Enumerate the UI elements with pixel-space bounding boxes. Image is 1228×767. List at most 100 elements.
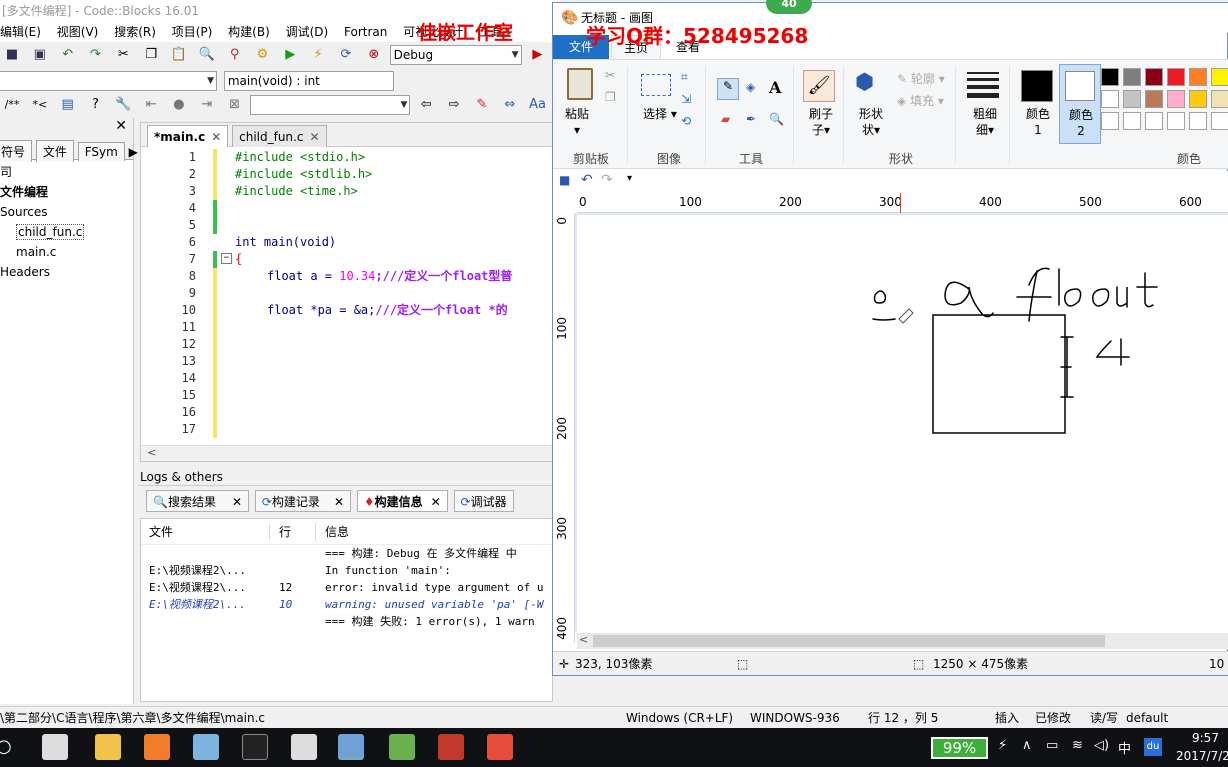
- scope-select[interactable]: ▼: [0, 71, 217, 91]
- close-icon[interactable]: ✕: [334, 495, 344, 509]
- color-swatch[interactable]: [1101, 112, 1119, 130]
- menu-edit[interactable]: 编辑(E): [0, 25, 41, 39]
- tab-build-messages[interactable]: ♦构建信息 ✕: [356, 490, 448, 512]
- color1-label[interactable]: 颜色 1: [1023, 106, 1053, 138]
- color-picker-icon[interactable]: ✒: [746, 112, 756, 126]
- replace-icon[interactable]: ⚲: [225, 45, 245, 65]
- tab-debugger[interactable]: ⟳调试器: [453, 490, 514, 512]
- tab-files[interactable]: 文件: [35, 140, 74, 162]
- find-icon[interactable]: 🔍: [197, 45, 217, 65]
- color-swatch[interactable]: [1189, 112, 1207, 130]
- baidu-icon[interactable]: du: [1144, 738, 1162, 756]
- table-row[interactable]: === 构建 失败: 1 error(s), 1 warn: [141, 613, 552, 630]
- function-select[interactable]: main(void) : int: [223, 71, 394, 91]
- tree-item-main[interactable]: main.c: [0, 242, 133, 262]
- shapes-button[interactable]: 形状 状▾: [859, 106, 883, 138]
- prev-icon[interactable]: ⇦: [416, 95, 436, 115]
- wps-presentation-icon[interactable]: [144, 734, 170, 760]
- recorder-icon[interactable]: [487, 734, 513, 760]
- tab-main-c[interactable]: *main.c ✕: [147, 125, 229, 147]
- next-icon[interactable]: ⇨: [444, 95, 464, 115]
- table-row[interactable]: E:\视频课程2\... In function 'main':: [141, 562, 552, 579]
- back-icon[interactable]: ⇤: [141, 95, 161, 115]
- paint-taskbar-icon[interactable]: [338, 734, 364, 760]
- rebuild-icon[interactable]: ⟳: [336, 45, 356, 65]
- tree-item-project[interactable]: 文件编程: [0, 182, 133, 202]
- close-icon[interactable]: ✕: [309, 130, 319, 144]
- selected-text-icon[interactable]: ⇔: [500, 95, 520, 115]
- color-swatch[interactable]: [1167, 90, 1185, 108]
- search-combo[interactable]: ▼: [250, 95, 411, 115]
- copy-icon[interactable]: ❐: [605, 90, 616, 104]
- save-icon[interactable]: ■: [2, 45, 22, 65]
- brush-icon[interactable]: 🖌: [803, 70, 835, 102]
- scrollbar-thumb[interactable]: [593, 635, 1105, 647]
- color-swatch[interactable]: [1189, 90, 1207, 108]
- color-swatch[interactable]: [1145, 90, 1163, 108]
- color-swatch[interactable]: [1211, 90, 1228, 108]
- codeblocks-taskbar-icon[interactable]: [438, 734, 464, 760]
- menu-fortran[interactable]: Fortran: [344, 25, 387, 39]
- search-icon[interactable]: ○: [0, 736, 12, 757]
- build-icon[interactable]: ⚙: [252, 45, 272, 65]
- table-row[interactable]: === 构建: Debug 在 多文件编程 中: [141, 545, 552, 562]
- text-icon[interactable]: A: [769, 78, 781, 97]
- column-header-line[interactable]: 行: [279, 519, 291, 545]
- menu-build[interactable]: 构建(B): [228, 25, 270, 39]
- tab-search-results[interactable]: 🔍搜索结果 ✕: [146, 490, 250, 512]
- paste-icon[interactable]: 📋: [169, 45, 189, 65]
- menu-view[interactable]: 视图(V): [57, 25, 99, 39]
- chevron-left-icon[interactable]: <: [579, 633, 588, 646]
- size-button[interactable]: 粗细 细▾: [973, 106, 997, 138]
- tab-build-log[interactable]: ⟳构建记录 ✕: [254, 490, 351, 512]
- help-icon[interactable]: ?: [85, 95, 105, 115]
- wrench-icon[interactable]: 🔧: [113, 95, 133, 115]
- canvas-horizontal-scrollbar[interactable]: <: [577, 633, 1228, 649]
- close-icon[interactable]: ✕: [211, 130, 221, 144]
- color2-button[interactable]: 颜色 2: [1059, 64, 1101, 144]
- color-swatch[interactable]: [1123, 112, 1141, 130]
- notebook-icon[interactable]: [193, 734, 219, 760]
- editor-horizontal-scrollbar[interactable]: <: [141, 445, 552, 461]
- tree-item-headers[interactable]: Headers: [0, 262, 133, 282]
- ime-indicator[interactable]: 中: [1118, 738, 1131, 757]
- shapes-icon[interactable]: ⬢: [855, 70, 885, 102]
- color-swatch[interactable]: [1123, 68, 1141, 86]
- forward-icon[interactable]: ⇥: [197, 95, 217, 115]
- menu-project[interactable]: 项目(P): [172, 25, 213, 39]
- column-header-file[interactable]: 文件: [149, 519, 173, 545]
- size-icon[interactable]: [967, 72, 999, 98]
- document-icon[interactable]: [389, 734, 415, 760]
- tree-item-sources[interactable]: Sources: [0, 202, 133, 222]
- fold-icon[interactable]: −: [221, 253, 232, 264]
- paste-button[interactable]: 粘贴 ▾: [565, 106, 589, 138]
- save-icon[interactable]: ■: [559, 173, 570, 187]
- wifi-icon[interactable]: ≋: [1072, 738, 1083, 753]
- select-button[interactable]: 选择 ▾: [643, 106, 677, 122]
- chevron-left-icon[interactable]: <: [147, 446, 156, 459]
- task-view-icon[interactable]: [42, 734, 68, 760]
- rotate-icon[interactable]: ⟲: [681, 114, 691, 128]
- network-icon[interactable]: ▭: [1046, 738, 1058, 753]
- clear-icon[interactable]: ⊠: [225, 95, 245, 115]
- tree-item-workspace[interactable]: 司: [0, 162, 133, 182]
- cut-icon[interactable]: ✂: [605, 68, 615, 82]
- abort-icon[interactable]: ⊗: [364, 45, 384, 65]
- close-icon[interactable]: ✕: [115, 118, 127, 134]
- build-run-icon[interactable]: ⚡: [308, 45, 328, 65]
- eraser-icon[interactable]: ▰: [721, 112, 730, 126]
- close-icon[interactable]: ✕: [232, 495, 242, 509]
- color-swatch[interactable]: [1101, 68, 1119, 86]
- table-row[interactable]: E:\视频课程2\... 12 error: invalid type argume…: [141, 579, 552, 596]
- run-icon[interactable]: ▶: [280, 45, 300, 65]
- save-all-icon[interactable]: ▣: [30, 45, 50, 65]
- color-swatch[interactable]: [1101, 90, 1119, 108]
- color-swatch[interactable]: [1145, 68, 1163, 86]
- undo-icon[interactable]: ↶: [58, 45, 78, 65]
- outline-button[interactable]: ✎ 轮廓 ▾: [897, 70, 945, 87]
- color-swatch[interactable]: [1123, 90, 1141, 108]
- clock-time[interactable]: 9:57: [1192, 731, 1219, 745]
- tab-symbols[interactable]: 符号: [0, 140, 33, 162]
- doxygen-icon[interactable]: *<: [30, 95, 50, 115]
- brushes-button[interactable]: 刷子 子▾: [809, 106, 833, 138]
